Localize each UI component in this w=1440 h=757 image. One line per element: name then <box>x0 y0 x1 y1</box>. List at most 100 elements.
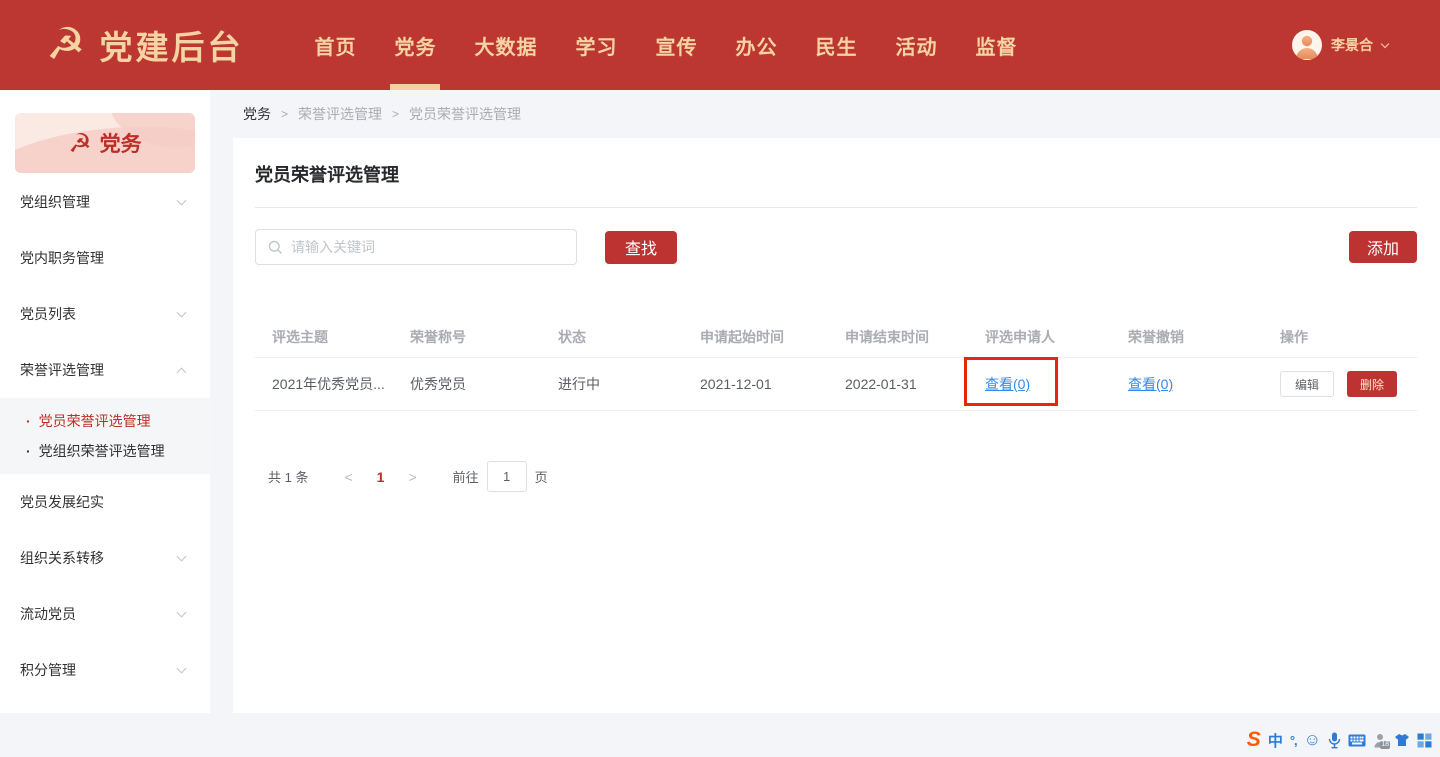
nav-home[interactable]: 首页 <box>295 0 375 90</box>
sogou-logo-icon[interactable]: S <box>1247 728 1261 752</box>
honor-selection-table: 评选主题 荣誉称号 状态 申请起始时间 申请结束时间 评选申请人 荣誉撤销 操作… <box>255 316 1417 411</box>
sidebar-item-party-position-mgmt[interactable]: 党内职务管理 <box>0 230 210 286</box>
sidebar-item-member-list[interactable]: 党员列表 <box>0 286 210 342</box>
sidebar-banner: ☭ 党务 <box>15 113 195 173</box>
sidebar-item-party-org-mgmt[interactable]: 党组织管理 <box>0 174 210 230</box>
sidebar-subitem-label: 党组织荣誉评选管理 <box>39 441 165 461</box>
goto-suffix: 页 <box>535 467 548 486</box>
chevron-up-icon <box>177 367 187 377</box>
goto-page: 前往 页 <box>453 461 548 492</box>
sidebar-item-label: 流动党员 <box>20 604 76 624</box>
sidebar-item-member-development[interactable]: 党员发展纪实 <box>0 474 210 530</box>
sidebar-item-label: 组织关系转移 <box>20 548 104 568</box>
sidebar: ☭ 党务 党组织管理 党内职务管理 党员列表 荣誉评选管理 · 党员荣誉评选管理… <box>0 90 210 713</box>
sidebar-subitem-org-honor-selection[interactable]: · 党组织荣誉评选管理 <box>0 436 210 466</box>
page-title: 党员荣誉评选管理 <box>255 138 1417 207</box>
app-header: ☭ 党建后台 首页 党务 大数据 学习 宣传 办公 民生 活动 监督 李景合 <box>0 0 1440 90</box>
nav-office[interactable]: 办公 <box>716 0 796 90</box>
nav-livelihood[interactable]: 民生 <box>796 0 876 90</box>
chevron-down-icon <box>177 664 187 674</box>
cell-status: 进行中 <box>558 374 700 394</box>
col-header-actions: 操作 <box>1280 327 1417 347</box>
breadcrumb-honor-selection-mgmt[interactable]: 荣誉评选管理 <box>298 104 382 124</box>
breadcrumb: 党务 > 荣誉评选管理 > 党员荣誉评选管理 <box>233 90 1440 138</box>
sidebar-item-mobile-members[interactable]: 流动党员 <box>0 586 210 642</box>
sidebar-menu: 党组织管理 党内职务管理 党员列表 荣誉评选管理 · 党员荣誉评选管理 · 党组… <box>0 174 210 698</box>
toolbox-grid-icon[interactable] <box>1417 733 1432 748</box>
user-menu[interactable]: 李景合 <box>1292 30 1440 60</box>
sidebar-item-points-mgmt[interactable]: 积分管理 <box>0 642 210 698</box>
pagination-total: 共 1 条 <box>268 467 308 486</box>
honor-selection-submenu: · 党员荣誉评选管理 · 党组织荣誉评选管理 <box>0 398 210 474</box>
app-logo[interactable]: ☭ 党建后台 <box>0 21 243 69</box>
table-row: 2021年优秀党员... 优秀党员 进行中 2021-12-01 2022-01… <box>255 358 1417 411</box>
ime-punctuation-icon[interactable]: °, <box>1290 733 1297 748</box>
nav-big-data[interactable]: 大数据 <box>455 0 556 90</box>
cell-topic: 2021年优秀党员... <box>272 374 410 394</box>
nav-activity[interactable]: 活动 <box>876 0 956 90</box>
search-input[interactable] <box>291 239 564 255</box>
col-header-end-time: 申请结束时间 <box>845 327 985 347</box>
nav-study[interactable]: 学习 <box>556 0 636 90</box>
col-header-applicants: 评选申请人 <box>985 327 1128 347</box>
emoji-icon[interactable]: ☺ <box>1304 730 1321 750</box>
breadcrumb-separator: > <box>392 107 399 121</box>
toolbar: 查找 添加 <box>255 229 1417 265</box>
cell-start-time: 2021-12-01 <box>700 376 845 392</box>
chevron-down-icon <box>177 196 187 206</box>
avatar <box>1292 30 1322 60</box>
bullet-icon: · <box>26 413 31 429</box>
skin-icon[interactable] <box>1394 733 1410 747</box>
prev-page-button[interactable]: < <box>330 469 366 485</box>
nav-supervision[interactable]: 监督 <box>956 0 1036 90</box>
goto-label: 前往 <box>453 467 479 486</box>
search-button[interactable]: 查找 <box>605 231 677 264</box>
col-header-honor-revoke: 荣誉撤销 <box>1128 327 1280 347</box>
applicants-view-link[interactable]: 查看(0) <box>985 376 1030 392</box>
nav-party-affairs[interactable]: 党务 <box>375 0 455 90</box>
main-panel: 党员荣誉评选管理 查找 添加 评选主题 荣誉称号 状态 申请起始时间 申请结束时… <box>233 138 1440 713</box>
chevron-down-icon <box>1381 39 1389 47</box>
sidebar-banner-title: 党务 <box>100 128 142 158</box>
edit-button[interactable]: 编辑 <box>1280 371 1334 397</box>
sidebar-subitem-member-honor-selection[interactable]: · 党员荣誉评选管理 <box>0 406 210 436</box>
row-actions: 编辑 删除 <box>1280 371 1417 397</box>
search-icon <box>268 240 283 255</box>
col-header-honor-title: 荣誉称号 <box>410 327 558 347</box>
sidebar-item-org-relation-transfer[interactable]: 组织关系转移 <box>0 530 210 586</box>
user-mode-icon[interactable]: 18 <box>1373 733 1387 748</box>
chevron-down-icon <box>177 608 187 618</box>
col-header-status: 状态 <box>558 327 700 347</box>
sidebar-subitem-label: 党员荣誉评选管理 <box>39 411 151 431</box>
ime-language-icon[interactable]: 中 <box>1268 730 1283 751</box>
sidebar-item-label: 积分管理 <box>20 660 76 680</box>
main-nav: 首页 党务 大数据 学习 宣传 办公 民生 活动 监督 <box>295 0 1036 90</box>
user-mode-badge: 18 <box>1380 741 1390 749</box>
sidebar-item-label: 党员列表 <box>20 304 76 324</box>
search-box <box>255 229 577 265</box>
sidebar-item-label: 荣誉评选管理 <box>20 360 104 380</box>
hammer-sickle-icon: ☭ <box>46 23 85 67</box>
revoke-view-link[interactable]: 查看(0) <box>1128 376 1173 392</box>
cell-honor-title: 优秀党员 <box>410 374 558 394</box>
sidebar-item-honor-selection-mgmt[interactable]: 荣誉评选管理 <box>0 342 210 398</box>
chevron-down-icon <box>177 308 187 318</box>
chevron-down-icon <box>177 552 187 562</box>
page-number-current[interactable]: 1 <box>367 469 395 485</box>
breadcrumb-party-affairs[interactable]: 党务 <box>243 104 271 124</box>
ime-taskbar: S 中 °, ☺ 18 <box>1247 727 1432 753</box>
sidebar-item-label: 党组织管理 <box>20 192 90 212</box>
delete-button[interactable]: 删除 <box>1347 371 1397 397</box>
breadcrumb-separator: > <box>281 107 288 121</box>
user-avatar-icon <box>1292 30 1322 60</box>
next-page-button[interactable]: > <box>394 469 430 485</box>
col-header-topic: 评选主题 <box>272 327 410 347</box>
goto-page-input[interactable] <box>487 461 527 492</box>
hammer-sickle-icon: ☭ <box>68 128 91 159</box>
keyboard-icon[interactable] <box>1348 734 1366 747</box>
app-title: 党建后台 <box>99 21 243 69</box>
add-button[interactable]: 添加 <box>1349 231 1417 263</box>
col-header-start-time: 申请起始时间 <box>700 327 845 347</box>
nav-publicity[interactable]: 宣传 <box>636 0 716 90</box>
microphone-icon[interactable] <box>1328 732 1341 749</box>
